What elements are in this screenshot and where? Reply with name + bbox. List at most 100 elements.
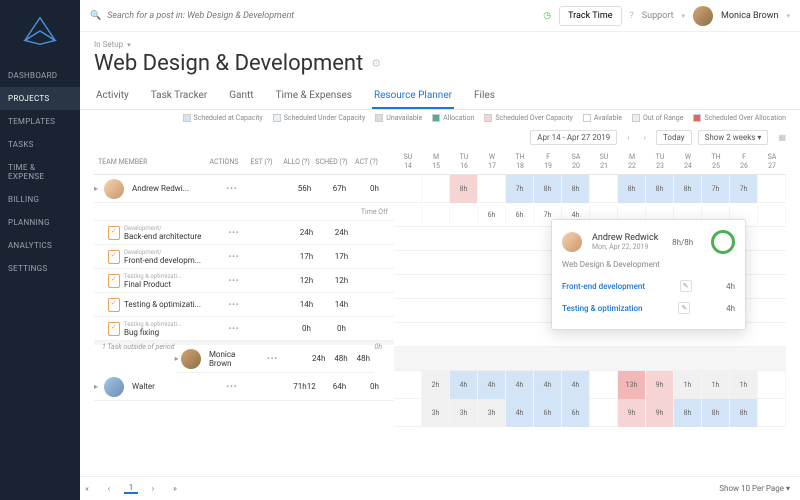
tab-files[interactable]: Files [472,84,497,109]
tab-resource-planner[interactable]: Resource Planner [372,84,454,109]
allocation-cell[interactable] [422,175,450,203]
nav-planning[interactable]: PLANNING [0,211,80,234]
gear-icon[interactable]: ⚙ [371,57,381,70]
col-act[interactable]: ACT (?) [349,158,384,166]
allocation-cell[interactable]: 8h [702,399,730,427]
allocation-cell[interactable]: 4h [506,371,534,399]
pager-page[interactable]: 1 [124,483,138,494]
task-row[interactable]: Testing & optimizati...Bug fixing•••0h0h [94,317,394,341]
pager-first[interactable]: « [80,484,94,493]
tab-task-tracker[interactable]: Task Tracker [149,84,210,109]
allocation-cell[interactable] [590,175,618,203]
allocation-cell[interactable]: 3h [450,399,478,427]
expand-toggle[interactable]: ▸ [94,382,104,391]
edit-icon[interactable]: ✎ [678,302,690,314]
row-actions[interactable]: ••• [226,184,237,193]
nav-templates[interactable]: TEMPLATES [0,110,80,133]
track-time-button[interactable]: Track Time [559,6,621,26]
pager-prev[interactable]: ‹ [102,484,116,493]
tab-gantt[interactable]: Gantt [227,84,255,109]
allocation-cell[interactable] [478,175,506,203]
allocation-cell[interactable]: 1h [730,371,758,399]
next-range-button[interactable]: › [640,133,650,142]
task-row[interactable]: Development/Back-end architecture•••24h2… [94,221,394,245]
allocation-cell[interactable]: 13h [618,371,646,399]
popover-task-link[interactable]: Front-end development [562,282,645,291]
row-actions[interactable]: ••• [228,252,239,261]
row-actions[interactable]: ••• [226,382,237,391]
pager-next[interactable]: › [146,484,160,493]
today-button[interactable]: Today [656,130,692,145]
allocation-cell[interactable] [394,371,422,399]
allocation-cell[interactable]: 9h [646,371,674,399]
row-actions[interactable]: ••• [228,276,239,285]
allocation-cell[interactable]: 8h [450,175,478,203]
date-range[interactable]: Apr 14 - Apr 27 2019 [530,130,617,145]
chevron-down-icon[interactable]: ▾ [786,12,790,20]
allocation-cell[interactable]: 3h [478,399,506,427]
support-link[interactable]: Support [642,11,674,21]
expand-toggle[interactable]: ▸ [175,354,181,363]
grid-icon[interactable]: ▦ [778,133,786,142]
breadcrumb[interactable]: In Setup ▾ [94,40,786,49]
nav-time-expense[interactable]: TIME & EXPENSE [0,156,80,188]
col-allo[interactable]: ALLO (?) [279,158,314,166]
task-row[interactable]: Testing & optimizati...Final Product•••1… [94,269,394,293]
allocation-cell[interactable]: 8h [674,175,702,203]
nav-tasks[interactable]: TASKS [0,133,80,156]
allocation-cell[interactable] [758,175,786,203]
nav-analytics[interactable]: ANALYTICS [0,234,80,257]
prev-range-button[interactable]: ‹ [623,133,633,142]
tab-time-expenses[interactable]: Time & Expenses [274,84,354,109]
show-weeks-select[interactable]: Show 2 weeks ▾ [698,130,769,145]
allocation-cell[interactable]: 1h [702,371,730,399]
allocation-cell[interactable]: 7h [730,175,758,203]
allocation-cell[interactable]: 8h [534,175,562,203]
allocation-cell[interactable]: 4h [534,371,562,399]
allocation-cell[interactable]: 8h [674,399,702,427]
edit-icon[interactable]: ✎ [680,280,692,292]
timer-icon[interactable]: ◷ [543,11,551,21]
user-avatar[interactable] [693,6,713,26]
allocation-cell[interactable]: 8h [618,175,646,203]
allocation-cell[interactable]: 8h [562,175,590,203]
col-team-member[interactable]: TEAM MEMBER [94,158,204,166]
allocation-cell[interactable]: 7h [506,175,534,203]
allocation-cell[interactable]: 2h [422,371,450,399]
allocation-cell[interactable]: 4h [478,371,506,399]
nav-settings[interactable]: SETTINGS [0,257,80,280]
nav-billing[interactable]: BILLING [0,188,80,211]
task-row[interactable]: Development/Front-end developm...•••17h1… [94,245,394,269]
allocation-cell[interactable]: 6h [562,399,590,427]
allocation-cell[interactable]: 3h [422,399,450,427]
tab-activity[interactable]: Activity [94,84,131,109]
allocation-cell[interactable] [590,399,618,427]
allocation-cell[interactable] [394,399,422,427]
row-actions[interactable]: ••• [228,300,239,309]
allocation-cell[interactable]: 9h [646,399,674,427]
nav-projects[interactable]: PROJECTS [0,87,80,110]
pager-per-page[interactable]: Show 10 Per Page ▾ [719,484,790,493]
popover-task-link[interactable]: Testing & optimization [562,304,642,313]
allocation-cell[interactable]: 4h [450,371,478,399]
col-sched[interactable]: SCHED (?) [314,158,349,166]
row-actions[interactable]: ••• [228,324,239,333]
row-actions[interactable]: ••• [228,228,239,237]
nav-dashboard[interactable]: DASHBOARD [0,64,80,87]
allocation-cell[interactable]: 4h [562,371,590,399]
pager-last[interactable]: » [168,484,182,493]
search-input[interactable] [107,11,535,21]
chevron-down-icon[interactable]: ▾ [682,12,686,20]
allocation-cell[interactable]: 8h [646,175,674,203]
allocation-cell[interactable]: 6h [534,399,562,427]
allocation-cell[interactable]: 4h [506,399,534,427]
allocation-cell[interactable]: 7h [702,175,730,203]
allocation-cell[interactable] [758,399,786,427]
row-actions[interactable]: ••• [267,354,278,363]
app-logo[interactable] [21,12,59,50]
allocation-cell[interactable]: 9h [618,399,646,427]
allocation-cell[interactable]: 1h [674,371,702,399]
help-icon[interactable]: ? [630,11,634,21]
user-name[interactable]: Monica Brown [721,11,778,21]
allocation-cell[interactable]: 8h [730,399,758,427]
